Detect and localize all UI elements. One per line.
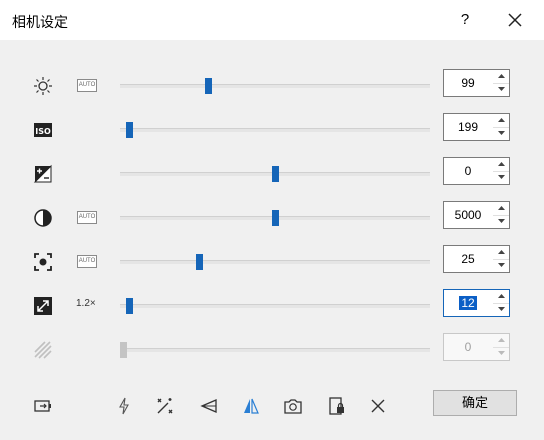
focus-slider[interactable] xyxy=(120,254,430,270)
close-icon xyxy=(508,13,522,27)
slider-thumb xyxy=(120,342,127,358)
sun-icon xyxy=(33,76,53,96)
brightness-spinbox[interactable]: 99 xyxy=(443,69,510,97)
auto-toggle[interactable]: AUTO xyxy=(77,79,97,92)
spin-down-button xyxy=(493,347,509,360)
iso-slider[interactable] xyxy=(120,122,430,138)
zoom-spinbox[interactable]: 12 xyxy=(443,289,510,317)
mirror-icon[interactable] xyxy=(241,396,261,416)
exposure-compensation-icon xyxy=(33,164,53,184)
lock-icon[interactable] xyxy=(327,396,347,416)
spin-up-button[interactable] xyxy=(493,114,509,128)
auto-toggle[interactable]: AUTO xyxy=(77,211,97,224)
battery-icon[interactable] xyxy=(33,396,53,416)
camera-rotate-icon[interactable] xyxy=(283,396,303,416)
close-button[interactable] xyxy=(505,10,525,30)
focus-row: AUTO 25 xyxy=(0,243,544,279)
iso-spinbox[interactable]: 199 xyxy=(443,113,510,141)
spinbox-value[interactable]: 25 xyxy=(444,246,492,272)
spinbox-value: 0 xyxy=(464,340,472,354)
slider-thumb[interactable] xyxy=(272,210,279,226)
window-title: 相机设定 xyxy=(12,14,68,30)
magic-wand-icon[interactable] xyxy=(155,396,175,416)
contrast-icon xyxy=(33,208,53,228)
dialog-body: AUTO 99 ISO 199 0 AUTO 5000 AUTO 25 1.2×… xyxy=(0,40,544,440)
spin-down-button[interactable] xyxy=(493,127,509,140)
spin-up-button xyxy=(493,334,509,348)
focus-spinbox[interactable]: 25 xyxy=(443,245,510,273)
auto-toggle[interactable]: AUTO xyxy=(77,255,97,268)
close-x-icon[interactable] xyxy=(368,396,388,416)
spinbox-value[interactable]: 5000 xyxy=(444,202,492,228)
spin-down-button[interactable] xyxy=(493,259,509,272)
spinbox-value[interactable]: 0 xyxy=(444,158,492,184)
spinbox-value[interactable]: 199 xyxy=(444,114,492,140)
zoom-level-label: 1.2× xyxy=(76,298,96,309)
disabled-spinbox: 0 xyxy=(443,333,510,361)
stripes-icon xyxy=(33,340,53,360)
spin-down-button[interactable] xyxy=(493,303,509,316)
contrast-row: AUTO 5000 xyxy=(0,199,544,235)
brightness-row: AUTO 99 xyxy=(0,67,544,103)
spin-down-button[interactable] xyxy=(493,83,509,96)
spin-up-button[interactable] xyxy=(493,290,509,304)
zoom-row: 1.2× 12 xyxy=(0,287,544,323)
help-button[interactable]: ? xyxy=(455,10,475,30)
spinbox-value[interactable]: 99 xyxy=(444,70,492,96)
contrast-spinbox[interactable]: 5000 xyxy=(443,201,510,229)
iso-row: ISO 199 xyxy=(0,111,544,147)
iso-icon: ISO xyxy=(33,120,53,140)
slider-thumb[interactable] xyxy=(272,166,279,182)
spin-down-button[interactable] xyxy=(493,215,509,228)
selected-text[interactable]: 12 xyxy=(459,296,477,310)
contrast-slider[interactable] xyxy=(120,210,430,226)
spin-down-button[interactable] xyxy=(493,171,509,184)
zoom-slider[interactable] xyxy=(120,298,430,314)
slider-thumb[interactable] xyxy=(205,78,212,94)
iso-icon-label: ISO xyxy=(35,127,51,136)
disabled-row: 0 xyxy=(0,331,544,367)
confirm-button[interactable]: 确定 xyxy=(433,390,517,416)
triangle-flip-icon[interactable] xyxy=(199,396,219,416)
spin-up-button[interactable] xyxy=(493,70,509,84)
exposure-spinbox[interactable]: 0 xyxy=(443,157,510,185)
zoom-icon xyxy=(33,296,53,316)
spin-up-button[interactable] xyxy=(493,202,509,216)
slider-thumb[interactable] xyxy=(126,122,133,138)
spin-up-button[interactable] xyxy=(493,246,509,260)
title-bar: 相机设定 ? xyxy=(0,0,544,40)
disabled-slider xyxy=(120,342,430,358)
slider-thumb[interactable] xyxy=(196,254,203,270)
exposure-row: 0 xyxy=(0,155,544,191)
spin-up-button[interactable] xyxy=(493,158,509,172)
exposure-slider[interactable] xyxy=(120,166,430,182)
spinbox-value[interactable]: 12 xyxy=(444,290,492,316)
focus-icon xyxy=(33,252,53,272)
brightness-slider[interactable] xyxy=(120,78,430,94)
flash-icon[interactable] xyxy=(114,396,134,416)
slider-thumb[interactable] xyxy=(126,298,133,314)
